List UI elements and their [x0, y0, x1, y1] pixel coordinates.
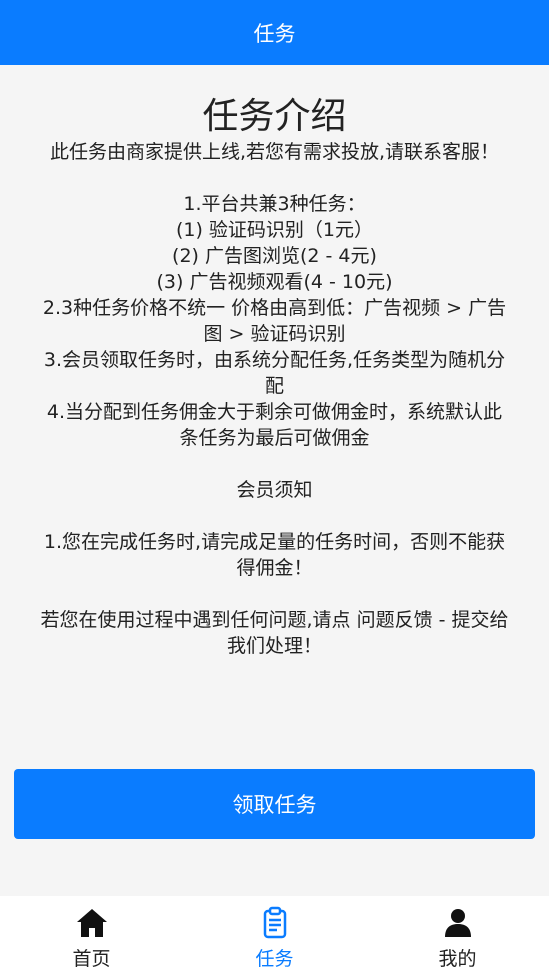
task-intro: 任务介绍 此任务由商家提供上线,若您有需求投放,请联系客服！ 1.平台共兼3种任…: [0, 65, 549, 659]
rule-line: 图 > 验证码识别: [203, 323, 346, 345]
help-line: 若您在使用过程中遇到任何问题,请点 问题反馈 - 提交给: [40, 609, 509, 631]
tab-mine[interactable]: 我的: [366, 896, 549, 976]
tab-task-label: 任务: [255, 948, 294, 970]
rule-line: 配: [264, 375, 284, 397]
clipboard-icon: [263, 906, 286, 939]
rule-line: (3) 广告视频观看(4 - 10元): [156, 271, 393, 293]
tab-home-label: 首页: [72, 948, 111, 970]
intro-subtitle: 此任务由商家提供上线,若您有需求投放,请联系客服！: [49, 141, 500, 163]
user-icon: [444, 909, 471, 937]
help-line: 我们处理！: [226, 635, 322, 657]
intro-title: 任务介绍: [202, 96, 347, 137]
notice-line: 1.您在完成任务时,请完成足量的任务时间，否则不能获: [43, 531, 506, 553]
notice-line: 得佣金！: [236, 557, 313, 579]
page-title: 任务: [253, 21, 296, 46]
claim-task-label: 领取任务: [232, 793, 317, 817]
rule-line: 4.当分配到任务佣金大于剩余可做佣金时，系统默认此: [46, 401, 503, 423]
home-icon: [76, 909, 107, 937]
tab-home[interactable]: 首页: [0, 896, 183, 976]
claim-task-button[interactable]: 领取任务: [14, 769, 535, 839]
tab-mine-label: 我的: [438, 948, 477, 970]
rule-line: 3.会员领取任务时，由系统分配任务,任务类型为随机分: [43, 349, 506, 371]
bottom-tab-bar: 首页 任务 我的: [0, 896, 549, 976]
rule-line: (2) 广告图浏览(2 - 4元): [172, 245, 377, 267]
rule-line: 2.3种任务价格不统一 价格由高到低：广告视频 > 广告: [42, 297, 507, 319]
tab-task[interactable]: 任务: [183, 896, 366, 976]
rule-line: 1.平台共兼3种任务：: [183, 193, 366, 215]
top-bar: 任务: [0, 0, 549, 65]
rule-line: 条任务为最后可做佣金: [179, 427, 370, 449]
rule-line: (1) 验证码识别（1元）: [175, 219, 374, 241]
notice-title: 会员须知: [236, 479, 313, 501]
